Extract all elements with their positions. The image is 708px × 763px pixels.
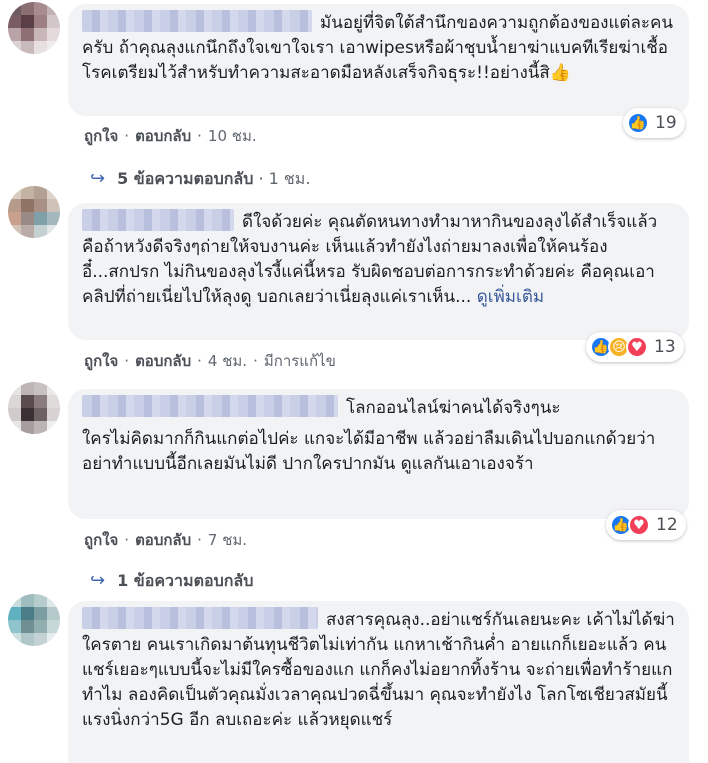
comment-bubble: ดีใจด้วยค่ะ คุณตัดหนทางทำมาหากินของลุงได…: [68, 203, 689, 340]
like-button[interactable]: ถูกใจ: [84, 531, 118, 549]
avatar[interactable]: [8, 594, 60, 646]
timestamp[interactable]: 10 ชม.: [208, 127, 257, 145]
commenter-name[interactable]: [82, 395, 338, 417]
reply-arrow-icon: ↪: [90, 168, 106, 189]
timestamp[interactable]: 4 ชม.: [208, 352, 247, 370]
comment-text: ใครไม่คิดมากก็กินแกต่อไปค่ะ แกจะได้มีอาช…: [82, 429, 656, 474]
comment-bubble: สงสารคุณลุง..อย่าแชร์กันเลยนะคะ เค้าไม่ไ…: [68, 601, 689, 763]
edited-label[interactable]: มีการแก้ไข: [264, 352, 336, 370]
reaction-summary[interactable]: 👍 😢 ♥ 13: [586, 332, 684, 362]
like-button[interactable]: ถูกใจ: [84, 127, 118, 145]
reaction-count: 13: [654, 337, 676, 357]
timestamp[interactable]: 7 ชม.: [208, 531, 247, 549]
comment-actions: ถูกใจ · ตอบกลับ · 7 ชม.: [84, 531, 248, 549]
replies-count[interactable]: 5 ข้อความตอบกลับ: [117, 169, 253, 188]
commenter-name[interactable]: [82, 607, 318, 629]
comment-bubble: มันอยู่ที่จิตใต้สำนึกของความถูกต้องของแต…: [68, 4, 689, 116]
reply-arrow-icon: ↪: [90, 570, 106, 591]
commenter-name[interactable]: [82, 10, 312, 32]
see-more-link[interactable]: ดูเพิ่มเติม: [477, 287, 544, 307]
comment-actions: ถูกใจ · ตอบกลับ · 10 ชม.: [84, 127, 257, 145]
reply-button[interactable]: ตอบกลับ: [135, 352, 191, 370]
reply-button[interactable]: ตอบกลับ: [135, 531, 191, 549]
reaction-count: 12: [656, 515, 678, 535]
replies-time: 1 ชม.: [268, 169, 311, 188]
view-replies[interactable]: ↪ 5 ข้อความตอบกลับ · 1 ชม.: [90, 167, 310, 192]
replies-count[interactable]: 1 ข้อความตอบกลับ: [117, 571, 253, 590]
avatar[interactable]: [8, 2, 60, 54]
love-icon: ♥: [628, 514, 650, 536]
comment-bubble: โลกออนไลน์ฆ่าคนได้จริงๆนะ ใครไม่คิดมากก็…: [68, 389, 689, 519]
avatar[interactable]: [8, 186, 60, 238]
comment-actions: ถูกใจ · ตอบกลับ · 4 ชม. · มีการแก้ไข: [84, 352, 336, 370]
avatar[interactable]: [8, 382, 60, 434]
view-replies[interactable]: ↪ 1 ข้อความตอบกลับ: [90, 569, 253, 594]
commenter-name[interactable]: [82, 209, 234, 231]
reaction-summary[interactable]: 👍 ♥ 12: [606, 510, 686, 540]
reaction-summary[interactable]: 👍 19: [623, 108, 685, 138]
comment-text-line1: โลกออนไลน์ฆ่าคนได้จริงๆนะ: [346, 398, 561, 418]
like-button[interactable]: ถูกใจ: [84, 352, 118, 370]
like-icon: 👍: [627, 112, 649, 134]
love-icon: ♥: [626, 336, 648, 358]
reply-button[interactable]: ตอบกลับ: [135, 127, 191, 145]
reaction-count: 19: [655, 113, 677, 133]
